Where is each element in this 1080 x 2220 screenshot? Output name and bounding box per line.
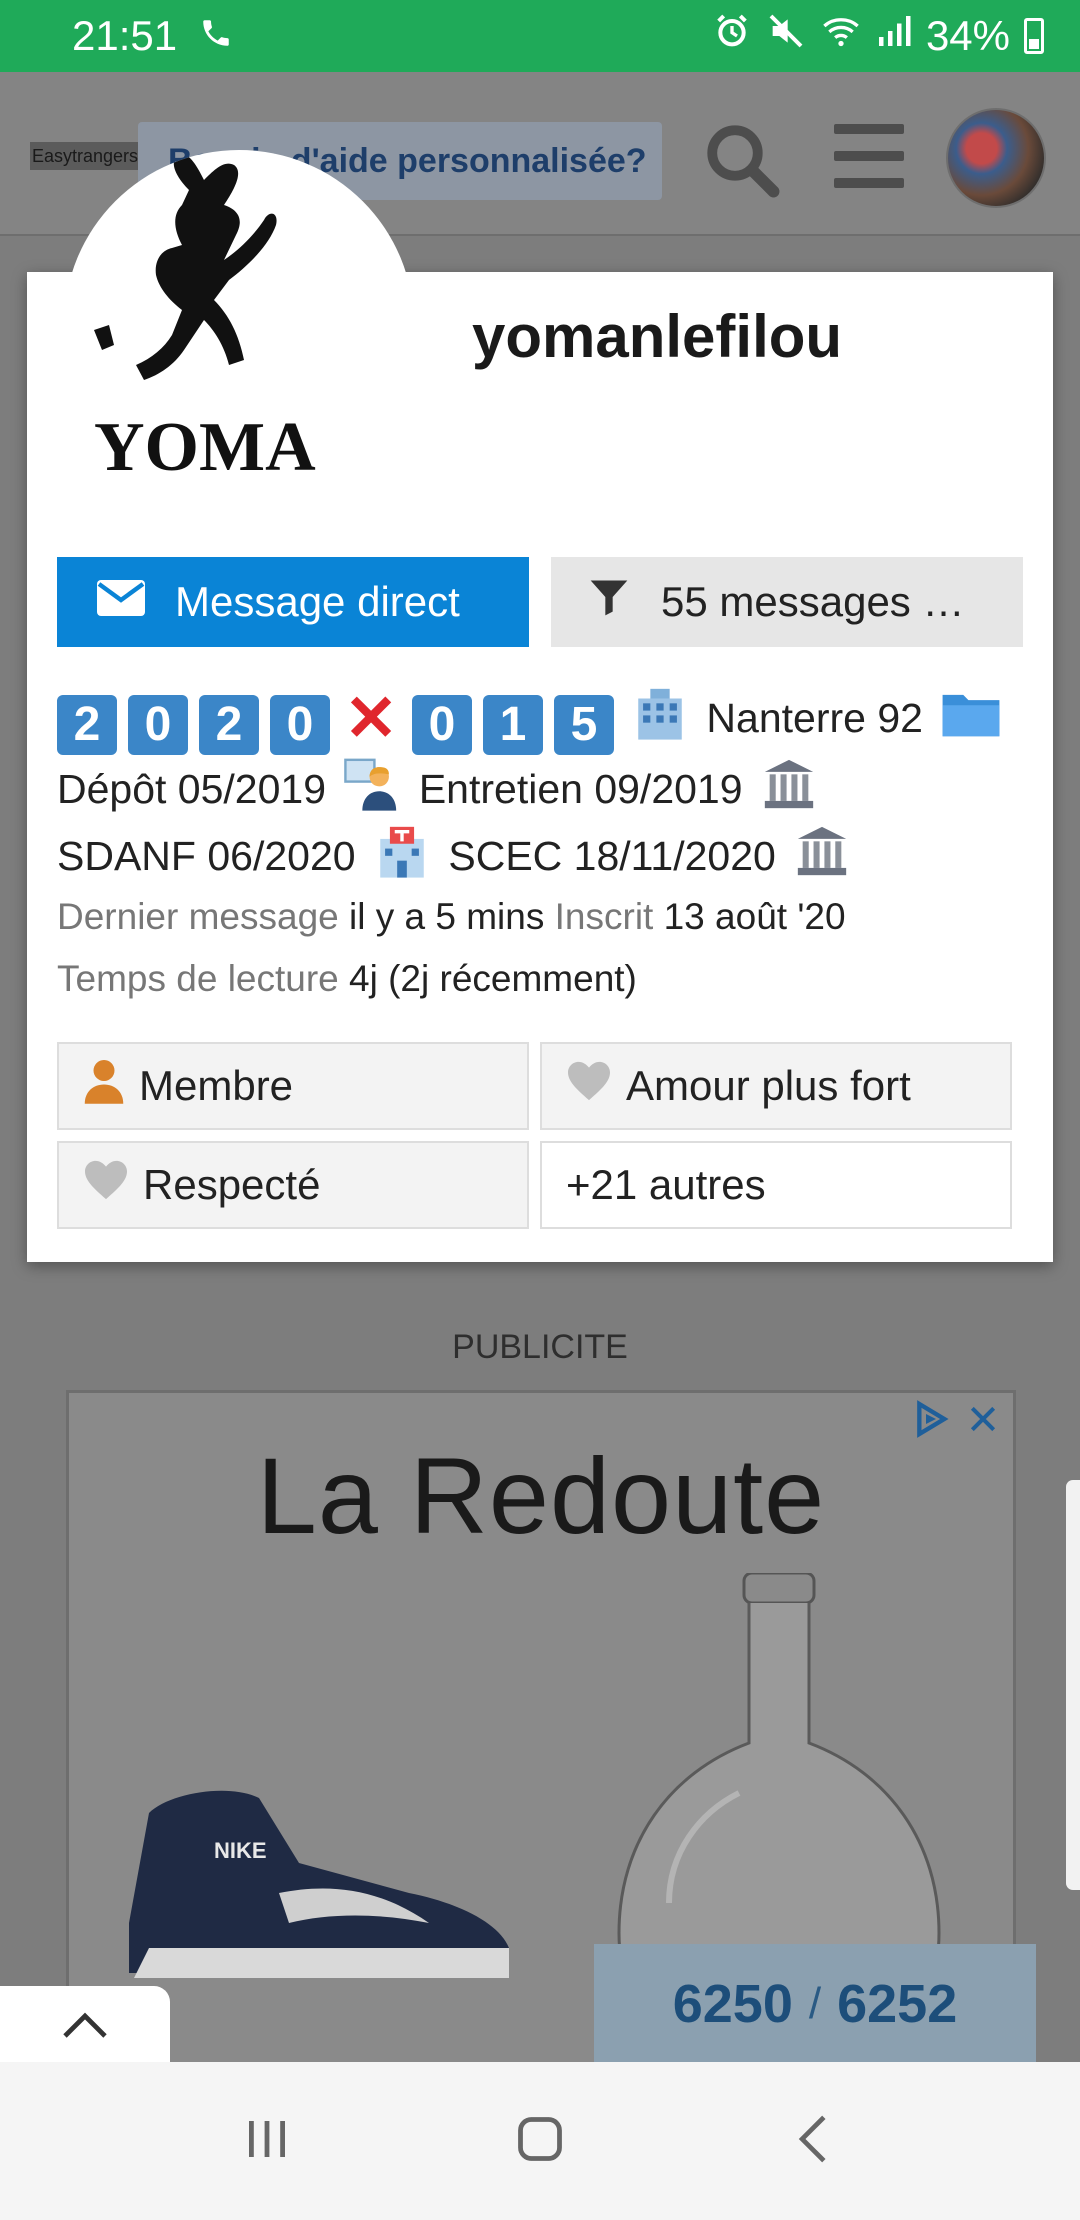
user-posts-label: 55 messages … <box>661 578 965 625</box>
read-time-meta: Temps de lecture 4j (2j récemment) <box>57 958 637 1000</box>
search-icon[interactable] <box>700 118 784 202</box>
back-icon <box>795 2113 831 2170</box>
classical-building-icon <box>760 755 818 813</box>
signal-icon <box>876 12 912 60</box>
digit-emoji: 0 <box>128 695 188 755</box>
recent-apps-button[interactable] <box>222 2096 312 2186</box>
last-post-value[interactable]: il y a 5 mins <box>349 896 544 937</box>
heart-icon <box>83 1159 129 1211</box>
digit-emoji: 1 <box>483 695 543 755</box>
svg-text:NIKE: NIKE <box>214 1838 267 1863</box>
back-button[interactable] <box>768 2096 858 2186</box>
mute-icon <box>766 11 806 61</box>
digit-emoji: 0 <box>412 695 472 755</box>
office-building-icon <box>631 684 689 742</box>
close-icon[interactable] <box>967 1403 999 1440</box>
digit-emoji: 0 <box>270 695 330 755</box>
site-logo[interactable]: Easytrangers <box>30 142 138 170</box>
bio-entretien: Entretien 09/2019 <box>418 766 743 812</box>
post-office-icon <box>373 822 431 880</box>
user-bio: 2 0 2 0 ✕ 0 1 5 Nanterre 92 Dépôt 05/2019 Entre… <box>57 684 1027 889</box>
user-posts-button[interactable]: 55 messages … <box>551 557 1023 647</box>
badge-label: Membre <box>139 1062 294 1109</box>
message-direct-button[interactable]: Message direct <box>57 557 529 647</box>
ad-choices[interactable] <box>911 1399 999 1444</box>
heart-icon <box>566 1060 612 1112</box>
joined-label: Inscrit <box>554 896 654 937</box>
badge-label: Amour plus fort <box>626 1062 911 1109</box>
scrollbar[interactable] <box>1066 1480 1080 1890</box>
scroll-up-button[interactable] <box>0 1986 170 2070</box>
digit-emoji: 2 <box>57 695 117 755</box>
system-nav-bar <box>0 2062 1080 2220</box>
filter-icon <box>587 574 631 630</box>
progress-total: 6252 <box>837 1974 958 2034</box>
last-post-label: Dernier message <box>57 896 339 937</box>
ad-shoe-image: NIKE <box>109 1773 519 1993</box>
progress-separator: / <box>808 1979 822 2028</box>
status-time: 21:51 <box>72 12 178 59</box>
progress-current: 6250 <box>672 1974 793 2034</box>
user-avatar[interactable]: YOMA <box>64 150 414 510</box>
last-post-meta: Dernier message il y a 5 mins Inscrit 13… <box>57 896 846 938</box>
svg-text:YOMA: YOMA <box>94 409 316 486</box>
ad-label: PUBLICITE <box>452 1328 628 1366</box>
yoma-logo: YOMA <box>94 154 316 486</box>
badge-label: +21 autres <box>566 1161 766 1208</box>
bio-city: Nanterre 92 <box>706 695 923 741</box>
phone-icon <box>199 12 233 60</box>
badge-respecte[interactable]: Respecté <box>57 1141 529 1229</box>
digit-emoji: 5 <box>554 695 614 755</box>
battery-percent: 34% <box>925 12 1010 59</box>
joined-value: 13 août '20 <box>663 896 846 937</box>
wifi-icon <box>820 11 862 61</box>
office-worker-icon <box>343 755 401 813</box>
badge-membre[interactable]: Membre <box>57 1042 529 1130</box>
home-icon <box>514 2113 566 2170</box>
home-button[interactable] <box>495 2096 585 2186</box>
bio-depot: Dépôt 05/2019 <box>57 766 327 812</box>
badge-amour-plus-fort[interactable]: Amour plus fort <box>540 1042 1012 1130</box>
digit-emoji: 2 <box>199 695 259 755</box>
recent-apps-icon <box>242 2115 292 2168</box>
more-badges-link[interactable]: +21 autres <box>540 1141 1012 1229</box>
alarm-icon <box>712 11 752 61</box>
avatar[interactable] <box>946 108 1046 208</box>
menu-icon[interactable] <box>834 124 904 188</box>
username: yomanlefilou <box>472 303 843 370</box>
folder-icon <box>940 684 1000 742</box>
bio-sdanf: SDANF 06/2020 <box>57 833 356 879</box>
read-time-label: Temps de lecture <box>57 958 339 999</box>
badge-label: Respecté <box>143 1161 321 1208</box>
battery-icon <box>1024 18 1044 54</box>
status-bar: 21:51 34% <box>0 0 1080 72</box>
message-direct-label: Message direct <box>175 578 460 625</box>
read-time-value: 4j (2j récemment) <box>349 958 637 999</box>
envelope-icon <box>97 578 145 626</box>
cross-icon: ✕ <box>344 682 398 754</box>
classical-building-icon <box>793 822 851 880</box>
topic-progress[interactable]: 6250 / 6252 <box>594 1944 1036 2064</box>
ad-brand: La Redoute <box>256 1435 826 1556</box>
bio-scec: SCEC 18/11/2020 <box>448 833 776 879</box>
adchoices-icon[interactable] <box>911 1399 951 1444</box>
user-icon <box>83 1058 125 1114</box>
chevron-up-icon <box>61 2011 109 2046</box>
